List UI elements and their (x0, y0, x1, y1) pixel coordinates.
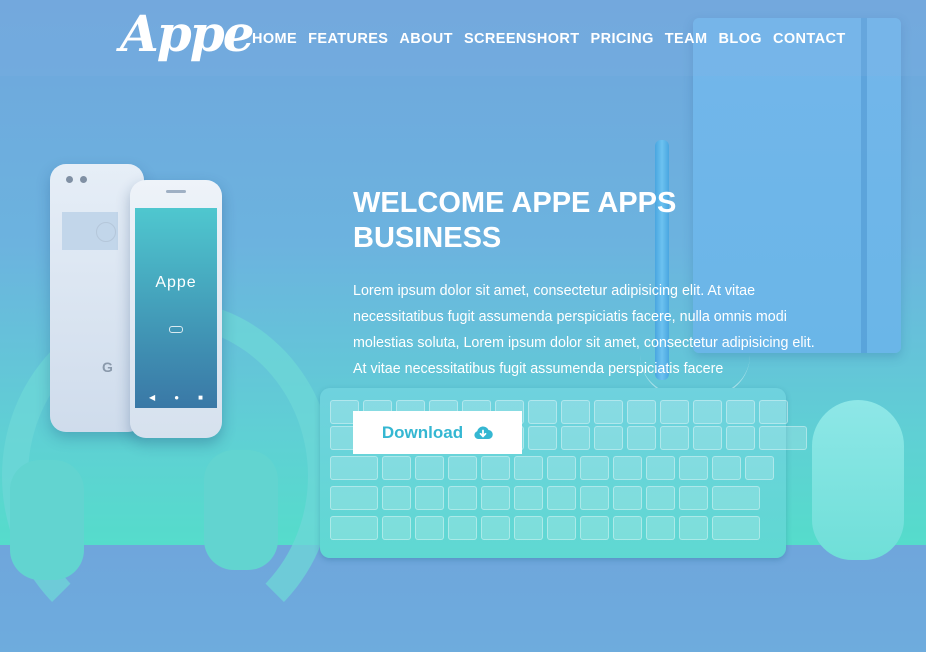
camera-dot (80, 176, 87, 183)
download-button[interactable]: Download (353, 411, 522, 454)
brand-logo[interactable]: Appe (120, 4, 255, 63)
phone-speaker (166, 190, 186, 193)
nav-item-features[interactable]: FEATURES (308, 31, 388, 47)
hero-title: WELCOME APPE APPS BUSINESS (353, 187, 677, 254)
hero-background: G Appe ◀ ● ■ (0, 0, 926, 652)
keyboard-row (330, 516, 760, 540)
hero-description: Lorem ipsum dolor sit amet, consectetur … (353, 283, 815, 377)
nav-item-pricing[interactable]: PRICING (591, 31, 654, 47)
nav-item-contact[interactable]: CONTACT (773, 31, 846, 47)
nav-item-about[interactable]: ABOUT (399, 31, 453, 47)
camera-dot (66, 176, 73, 183)
phone-front-image: Appe ◀ ● ■ (130, 180, 222, 438)
fingerprint-sensor (96, 222, 116, 242)
phone-screen: Appe ◀ ● ■ (135, 208, 217, 408)
home-icon: ● (174, 393, 180, 402)
back-icon: ◀ (149, 393, 156, 402)
nav-item-home[interactable]: HOME (252, 31, 297, 47)
cloud-download-icon (473, 425, 493, 441)
main-nav: HOME FEATURES ABOUT SCREENSHORT PRICING … (252, 31, 846, 47)
recent-icon: ■ (198, 393, 203, 402)
site-header: Appe HOME FEATURES ABOUT SCREENSHORT PRI… (0, 0, 926, 76)
nav-item-screenshort[interactable]: SCREENSHORT (464, 31, 580, 47)
headphone-ear-right (204, 450, 278, 570)
nav-item-blog[interactable]: BLOG (718, 31, 762, 47)
google-logo: G (102, 359, 113, 375)
keyboard-row (330, 486, 760, 510)
download-label: Download (381, 422, 464, 442)
phone-screen-title: Appe (155, 274, 197, 291)
mouse-image (812, 400, 904, 560)
headphone-ear-left (10, 460, 84, 580)
keyboard-row (330, 456, 774, 480)
nav-item-team[interactable]: TEAM (665, 31, 708, 47)
phone-nav-buttons: ◀ ● ■ (149, 393, 203, 402)
phone-screen-badge (169, 326, 183, 333)
